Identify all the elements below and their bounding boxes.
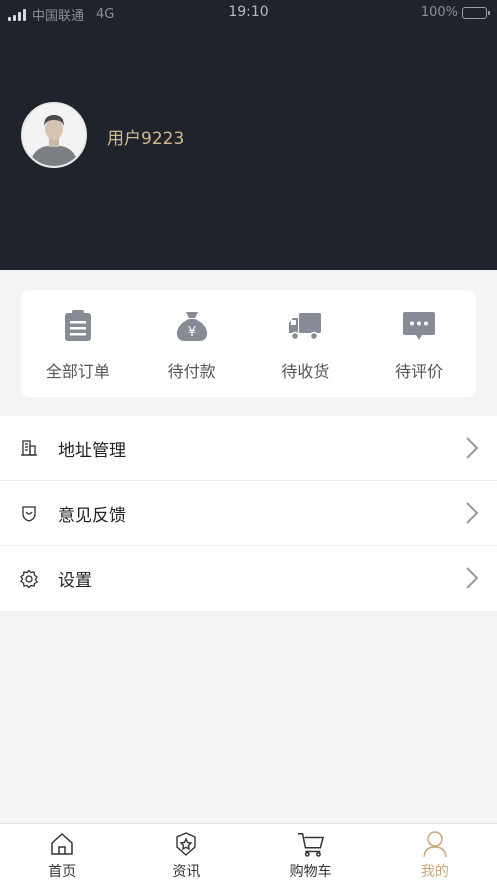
order-pending-review-button[interactable]: 待评价 [362,290,476,397]
order-pending-receipt-label: 待收货 [281,362,330,381]
order-pending-review-label: 待评价 [395,362,444,381]
order-pending-receipt-button[interactable]: 待收货 [249,290,363,397]
chevron-right-icon [466,502,479,524]
profile-header: 中国联通 4G 19:10 100% ⚡ 用户9223 [0,0,497,270]
gear-icon [19,569,39,589]
svg-text:¥: ¥ [187,325,195,340]
avatar-person-icon [23,104,85,166]
bottom-tab-bar: 首页 资讯 购物车 我的 [0,823,497,883]
chat-bubble-icon [401,308,437,344]
tab-news-label: 资讯 [172,864,201,880]
tab-cart[interactable]: 购物车 [249,824,373,883]
battery-percent: 100% [420,5,458,20]
tab-profile-label: 我的 [420,864,449,880]
tab-home-label: 首页 [48,864,77,880]
home-icon [48,830,76,858]
user-icon [421,830,449,858]
username[interactable]: 用户9223 [107,124,184,149]
tab-cart-label: 购物车 [289,864,332,880]
truck-icon [287,308,323,344]
menu-item-settings-label: 设置 [58,571,92,591]
settings-menu: 地址管理 意见反馈 设置 [0,416,497,611]
tab-news[interactable]: 资讯 [124,824,248,883]
tab-profile[interactable]: 我的 [373,824,497,883]
clipboard-icon [60,308,96,344]
chevron-right-icon [466,437,479,459]
feedback-icon [19,503,39,523]
menu-item-feedback-label: 意见反馈 [58,505,126,526]
order-pending-payment-label: 待付款 [167,362,216,381]
cart-icon [297,830,325,858]
battery-icon: ⚡ [462,6,490,19]
order-shortcuts: 全部订单 ¥ 待付款 待收货 待评价 [21,290,476,397]
status-bar: 中国联通 4G 19:10 100% ⚡ [0,0,497,26]
building-icon [19,438,39,458]
chevron-right-icon [466,567,479,589]
avatar[interactable] [21,102,87,168]
order-pending-payment-button[interactable]: ¥ 待付款 [135,290,249,397]
menu-item-address[interactable]: 地址管理 [0,416,497,481]
money-bag-icon: ¥ [174,308,210,344]
order-all-label: 全部订单 [45,362,110,381]
menu-item-feedback[interactable]: 意见反馈 [0,481,497,546]
menu-item-address-label: 地址管理 [58,440,126,461]
menu-item-settings[interactable]: 设置 [0,546,497,611]
order-all-button[interactable]: 全部订单 [21,290,135,397]
tab-home[interactable]: 首页 [0,824,124,883]
news-badge-icon [172,830,200,858]
